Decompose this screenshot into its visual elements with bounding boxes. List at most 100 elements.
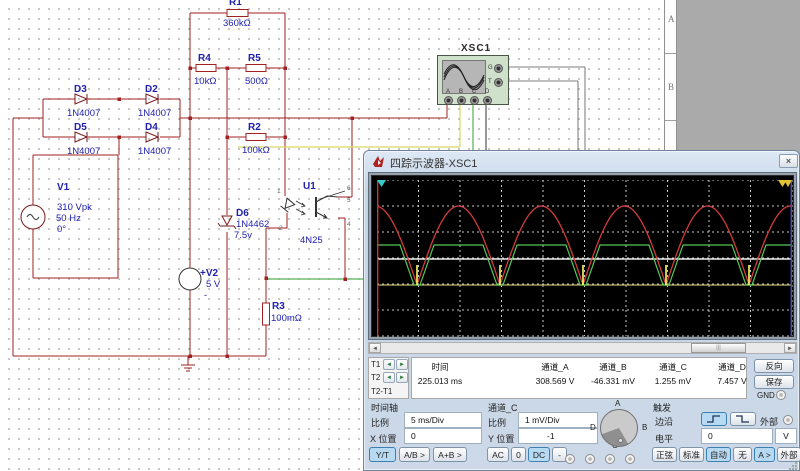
resistor-r4[interactable]: R4 10kΩ xyxy=(194,53,216,87)
terminal-g[interactable] xyxy=(494,64,503,73)
knob-indicator xyxy=(618,438,623,443)
diode-d3[interactable]: D3 1N4007 xyxy=(67,84,100,119)
resistor-r3[interactable]: R3 100mΩ xyxy=(263,301,302,325)
channel-radio-3[interactable] xyxy=(605,454,615,464)
measurement-table: 时间225.013 ms 通道_A308.569 V 通道_B-46.331 m… xyxy=(411,357,747,399)
scope-traces xyxy=(377,180,793,337)
svg-text:0°: 0° xyxy=(57,224,66,235)
knob-letter-d: D xyxy=(590,423,596,432)
svg-text:4: 4 xyxy=(347,221,351,228)
save-button[interactable]: 保存 xyxy=(754,375,794,389)
channel-scale-input[interactable]: 1 mV/Div xyxy=(518,412,598,428)
yt-mode-button[interactable]: Y/T xyxy=(369,447,396,462)
trigger-title: 触发 xyxy=(653,401,671,414)
close-button[interactable]: × xyxy=(779,154,798,168)
oscilloscope-icon[interactable]: G T A B C D xyxy=(437,55,509,105)
svg-text:1N4007: 1N4007 xyxy=(67,108,100,119)
trigger-level-input[interactable]: 0 xyxy=(701,428,773,444)
multisim-icon xyxy=(372,155,385,168)
scroll-right-icon[interactable]: ► xyxy=(784,343,796,353)
display-bezel xyxy=(368,172,797,340)
gnd-radio[interactable] xyxy=(776,390,786,400)
svg-text:D5: D5 xyxy=(74,122,87,133)
diode-d5[interactable]: D5 1N4007 xyxy=(67,122,100,157)
trigger-normal-button[interactable]: 标准 xyxy=(679,447,704,462)
trigger-level-unit-select[interactable]: V xyxy=(775,428,797,444)
optocoupler-u1[interactable]: U1 4N25 1 2 6 5 4 xyxy=(277,181,351,246)
terminal-d[interactable] xyxy=(483,96,492,105)
diode-d2[interactable]: D2 1N4007 xyxy=(138,84,171,119)
y-position-label: Y 位置 xyxy=(488,432,514,445)
svg-text:D2: D2 xyxy=(145,84,158,95)
trigger-single-button[interactable]: 正弦 xyxy=(652,447,677,462)
trigger-auto-button[interactable]: 自动 xyxy=(706,447,731,462)
trigger-a-button[interactable]: A > xyxy=(754,447,775,462)
terminal-b[interactable] xyxy=(457,96,466,105)
channel-radio-1[interactable] xyxy=(565,454,575,464)
apb-mode-button[interactable]: A+B > xyxy=(433,447,467,462)
svg-text:V1: V1 xyxy=(57,182,70,193)
svg-text:R4: R4 xyxy=(198,53,211,64)
scope-screen xyxy=(371,175,794,337)
resistor-r2[interactable]: R2 100kΩ xyxy=(242,122,270,156)
svg-text:D4: D4 xyxy=(145,122,158,133)
channel-scale-label: 比例 xyxy=(488,416,506,429)
channel-radio-4[interactable] xyxy=(625,454,635,464)
resistor-r1[interactable]: R1 360kΩ xyxy=(223,0,251,29)
reverse-button[interactable]: 反向 xyxy=(754,359,794,373)
scroll-left-icon[interactable]: ◄ xyxy=(369,343,381,353)
t1-left-button[interactable]: ◄ xyxy=(383,359,395,370)
source-v2[interactable]: +V2 5 V - xyxy=(179,268,221,301)
trigger-none-button[interactable]: 无 xyxy=(733,447,752,462)
col-time: 时间 xyxy=(405,361,475,373)
svg-text:100kΩ: 100kΩ xyxy=(242,145,270,156)
resistor-r5[interactable]: R5 500Ω xyxy=(245,53,268,87)
svg-text:D3: D3 xyxy=(74,84,87,95)
scope-hscrollbar[interactable]: ◄ ► ||| xyxy=(368,342,797,354)
terminal-t[interactable] xyxy=(494,78,503,87)
svg-text:R2: R2 xyxy=(248,122,261,133)
resize-grip[interactable] xyxy=(788,461,798,471)
xsc1-label: XSC1 xyxy=(461,43,491,54)
terminal-c[interactable] xyxy=(470,96,479,105)
timebase-title: 时间轴 xyxy=(371,401,398,414)
svg-text:R5: R5 xyxy=(248,53,261,64)
ac-coupling-button[interactable]: AC xyxy=(487,447,509,462)
svg-text:50 Hz: 50 Hz xyxy=(56,213,81,224)
ground-symbol xyxy=(181,356,195,371)
trigger-rising-edge-button[interactable] xyxy=(701,412,727,426)
svg-text:6: 6 xyxy=(347,185,351,192)
scroll-thumb[interactable]: ||| xyxy=(691,343,746,353)
svg-text:310 Vpk: 310 Vpk xyxy=(57,202,92,213)
x-position-input[interactable]: 0 xyxy=(404,428,482,444)
svg-text:5 V: 5 V xyxy=(206,279,221,290)
trigger-ext-radio[interactable] xyxy=(783,415,793,425)
ab-mode-button[interactable]: A/B > xyxy=(399,447,430,462)
titlebar[interactable]: 四踪示波器-XSC1 × xyxy=(364,151,799,171)
svg-text:10kΩ: 10kΩ xyxy=(194,76,216,87)
diode-d4[interactable]: D4 1N4007 xyxy=(138,122,171,157)
svg-text:5: 5 xyxy=(347,197,351,204)
svg-text:1N4007: 1N4007 xyxy=(67,146,100,157)
y-position-input[interactable]: -1 xyxy=(518,428,598,444)
svg-text:-: - xyxy=(204,290,207,301)
channel-title: 通道_C xyxy=(488,401,518,414)
knob-letter-b: B xyxy=(642,423,647,432)
timebase-scale-input[interactable]: 5 ms/Div xyxy=(404,412,482,428)
channel-selector-knob[interactable] xyxy=(600,409,638,447)
dc-coupling-button[interactable]: DC xyxy=(528,447,550,462)
svg-text:R3: R3 xyxy=(272,301,285,312)
terminal-a[interactable] xyxy=(444,96,453,105)
zero-coupling-button[interactable]: 0 xyxy=(511,447,526,462)
channel-radio-2[interactable] xyxy=(585,454,595,464)
knob-letter-a: A xyxy=(615,399,620,408)
trigger-ext-button[interactable]: 外部 xyxy=(777,447,800,462)
trigger-falling-edge-button[interactable] xyxy=(730,412,756,426)
svg-text:500Ω: 500Ω xyxy=(245,76,268,87)
svg-text:U1: U1 xyxy=(303,181,316,192)
t2-left-button[interactable]: ◄ xyxy=(383,372,395,383)
zener-d6[interactable]: D6 1N4462 7.5v xyxy=(218,208,269,241)
source-v1[interactable]: V1 310 Vpk 50 Hz 0° xyxy=(21,182,92,235)
wire-channel-b xyxy=(238,103,460,147)
cursor-nav-box: T1 ◄ ► T2 ◄ ► T2-T1 xyxy=(368,357,409,399)
